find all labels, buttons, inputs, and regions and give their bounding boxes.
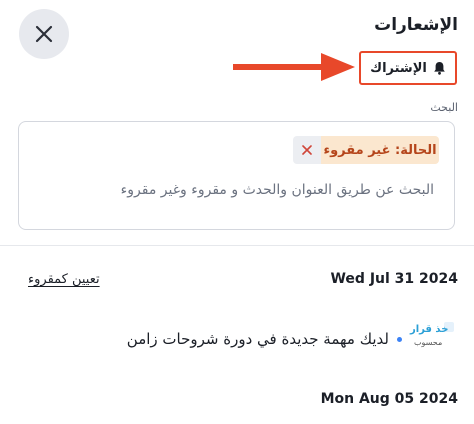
close-button[interactable] <box>19 9 69 59</box>
close-icon <box>302 145 312 155</box>
notification-text: لديك مهمة جديدة في دورة شروحات زامن <box>126 330 389 348</box>
notification-logo: خذ قرار محسوب <box>410 318 456 360</box>
subscribe-label: الإشتراك <box>370 60 427 76</box>
notification-item[interactable]: خذ قرار محسوب لديك مهمة جديدة في دورة شر… <box>127 318 456 360</box>
remove-filter-button[interactable] <box>293 136 321 164</box>
bell-icon <box>433 61 446 75</box>
filter-chip-label: الحالة: غير مقروء <box>321 136 439 164</box>
close-icon <box>35 25 53 43</box>
mark-as-read-link[interactable]: تعيين كمقروء <box>28 272 100 287</box>
group-date: Wed Jul 31 2024 <box>330 271 458 287</box>
search-label: البحث <box>430 101 458 114</box>
unread-dot <box>397 336 402 342</box>
group-date: Mon Aug 05 2024 <box>320 391 458 407</box>
search-box: الحالة: غير مقروء <box>18 121 455 230</box>
subscribe-button[interactable]: الإشتراك <box>359 51 457 85</box>
page-title: الإشعارات <box>374 15 458 35</box>
arrow-right-icon <box>233 53 355 81</box>
search-input[interactable] <box>54 182 434 198</box>
divider <box>0 245 474 246</box>
filter-chip-status: الحالة: غير مقروء <box>293 136 439 164</box>
